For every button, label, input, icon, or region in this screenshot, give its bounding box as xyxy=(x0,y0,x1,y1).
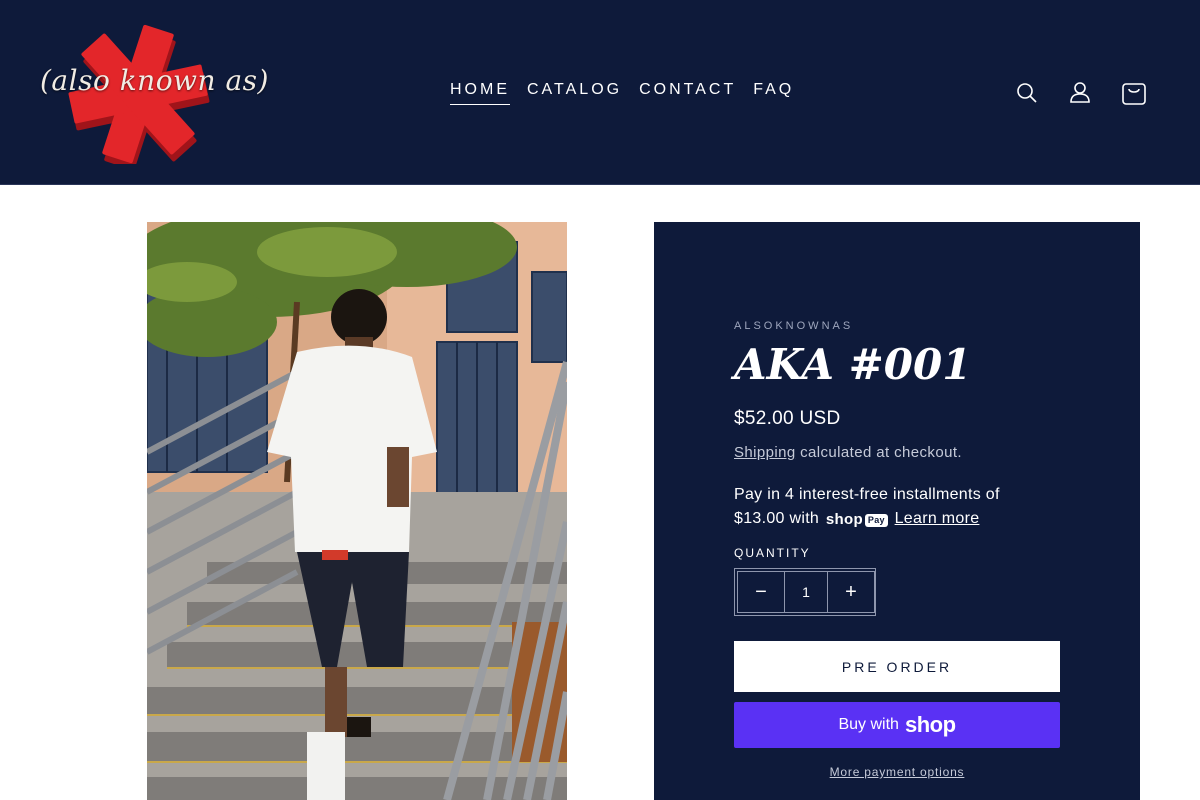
quantity-stepper-inner: − 1 + xyxy=(737,571,875,613)
installments-note: Pay in 4 interest-free installments of $… xyxy=(734,483,1054,532)
quantity-increase-button[interactable]: + xyxy=(828,572,874,612)
shipping-link[interactable]: Shipping xyxy=(734,444,796,461)
cart-icon[interactable] xyxy=(1118,77,1150,109)
product-photo-image xyxy=(147,222,567,800)
shop-logo: shop xyxy=(904,712,956,737)
buy-with-shop-button[interactable]: Buy with shop xyxy=(734,702,1060,748)
quantity-input[interactable]: 1 xyxy=(784,572,828,612)
product-photo[interactable] xyxy=(147,222,567,800)
nav-catalog[interactable]: CATALOG xyxy=(527,80,622,105)
nav-contact[interactable]: CONTACT xyxy=(639,80,736,105)
quantity-label: QUANTITY xyxy=(734,546,811,560)
shipping-note-text: calculated at checkout. xyxy=(795,444,962,461)
logo-text: (also known as) xyxy=(40,64,269,97)
product-vendor: ALSOKNOWNAS xyxy=(734,320,854,332)
learn-more-link[interactable]: Learn more xyxy=(895,510,980,527)
account-icon[interactable] xyxy=(1065,78,1095,108)
product-price: $52.00 USD xyxy=(734,408,841,429)
quantity-decrease-button[interactable]: − xyxy=(738,572,784,612)
product-info-panel: ALSOKNOWNAS AKA #001 $52.00 USD Shipping… xyxy=(654,222,1140,800)
shop-pay-logo-pay: Pay xyxy=(864,513,888,527)
buy-with-label: Buy with xyxy=(838,716,899,733)
site-header: (also known as) HOME CATALOG CONTACT FAQ xyxy=(0,0,1200,185)
search-icon[interactable] xyxy=(1012,78,1042,108)
shop-pay-logo-shop: shop xyxy=(825,511,863,528)
pre-order-button[interactable]: PRE ORDER xyxy=(734,641,1060,692)
nav-home[interactable]: HOME xyxy=(450,80,510,105)
quantity-stepper: − 1 + xyxy=(734,568,876,616)
shop-pay-logo-icon: shop Pay xyxy=(826,508,888,532)
product-title: AKA #001 xyxy=(734,340,972,389)
more-payment-options-link[interactable]: More payment options xyxy=(734,765,1060,779)
shipping-note: Shipping calculated at checkout. xyxy=(734,444,962,461)
main-nav: HOME CATALOG CONTACT FAQ xyxy=(450,80,794,105)
nav-faq[interactable]: FAQ xyxy=(753,80,794,105)
